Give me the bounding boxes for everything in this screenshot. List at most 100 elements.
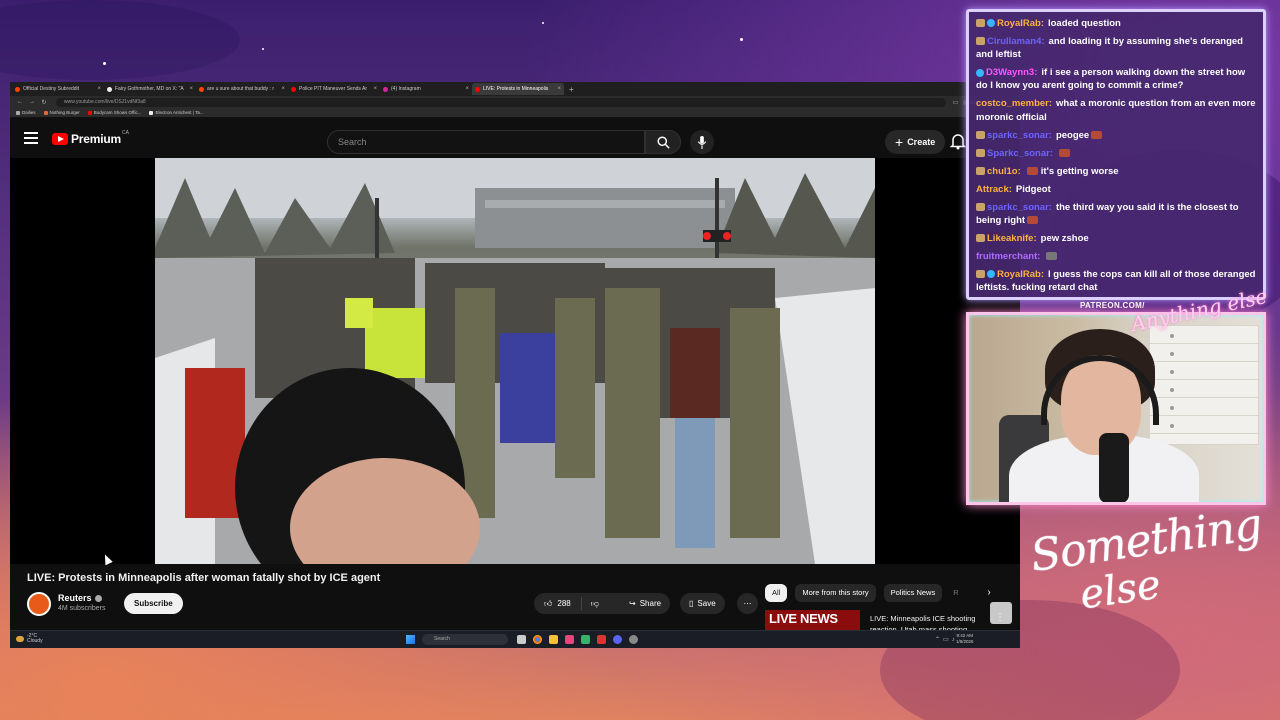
bookmark-item[interactable]: Nothing Burger — [43, 110, 80, 115]
video-player[interactable] — [10, 158, 1020, 624]
bg-palm-silhouette — [0, 0, 240, 80]
browser-tab[interactable]: Police PIT Maneuver Sends Ar × — [288, 83, 380, 95]
chat-username[interactable]: costco_member: — [976, 98, 1052, 109]
video-frame[interactable] — [155, 158, 875, 564]
chat-message: sparkc_sonar: the third way you said it i… — [976, 201, 1257, 227]
recommended-video-thumbnail[interactable]: LIVE NEWS — [765, 610, 860, 632]
recommended-video-title[interactable]: LIVE: Minneapolis ICE shooting reaction,… — [870, 613, 990, 631]
bg-star — [542, 22, 544, 24]
close-icon[interactable]: × — [465, 86, 469, 92]
chat-emote-icon — [1026, 167, 1038, 176]
taskbar-clock[interactable]: 9:42 AM 1/8/2026 — [956, 633, 974, 645]
chat-username[interactable]: fruitmerchant: — [976, 251, 1040, 262]
hamburger-menu-icon[interactable] — [24, 132, 38, 144]
chat-username[interactable]: Cirullaman4: — [987, 36, 1045, 47]
sub-badge-icon — [976, 19, 985, 28]
more-actions-button[interactable]: ⋯ — [737, 593, 758, 614]
browser-tab[interactable]: Fairy Gothmother, MD on X: "A × — [104, 83, 196, 95]
chat-username[interactable]: sparkc_sonar: — [987, 130, 1052, 141]
browser-tab-active[interactable]: LIVE: Protests in Minneapolis × — [472, 83, 564, 95]
chrome-icon[interactable] — [533, 635, 542, 644]
chip-truncated[interactable]: R — [950, 584, 964, 602]
chat-message: RoyalRab: loaded question — [976, 17, 1257, 30]
reload-icon[interactable]: ↻ — [38, 99, 50, 106]
browser-window: Official Destiny Subreddit × Fairy Gothmo… — [10, 82, 1020, 648]
chat-username[interactable]: Sparkc_sonar: — [987, 148, 1053, 159]
app-icon[interactable] — [581, 635, 590, 644]
share-label: Share — [639, 599, 662, 608]
chat-username[interactable]: Attrack: — [976, 184, 1012, 195]
bookmarks-bar: Dailies Nothing Burger Bodycam Shows Off… — [10, 108, 1020, 118]
file-explorer-icon[interactable] — [549, 635, 558, 644]
tab-label: are u sure about that buddy : r — [207, 86, 274, 92]
folder-icon — [16, 110, 20, 115]
windows-start-icon[interactable] — [406, 635, 415, 644]
close-icon[interactable]: × — [189, 86, 193, 92]
sub-badge-icon — [976, 234, 985, 243]
sub-badge-icon — [976, 270, 985, 279]
save-button[interactable]: ▯ Save — [680, 593, 725, 614]
notification-bell-icon[interactable] — [950, 132, 966, 150]
chip-politics-news[interactable]: Politics News — [883, 584, 943, 602]
chat-username[interactable]: sparkc_sonar: — [987, 202, 1052, 213]
discord-icon[interactable] — [613, 635, 622, 644]
chip-more-from-story[interactable]: More from this story — [795, 584, 876, 602]
weather-widget[interactable]: -2°C Cloudy — [16, 634, 43, 644]
task-view-icon[interactable] — [517, 635, 526, 644]
chat-username[interactable]: chul1o: — [987, 166, 1021, 177]
forward-icon[interactable]: → — [26, 99, 38, 105]
thumbs-down-icon: 👎︎ — [590, 598, 599, 608]
chat-text: peogee — [1055, 129, 1090, 141]
close-icon[interactable]: × — [281, 86, 285, 92]
chat-username[interactable]: RoyalRab: — [997, 269, 1044, 280]
bookmark-item[interactable]: Bodycam Shows Offic... — [87, 110, 141, 115]
channel-avatar[interactable] — [27, 592, 51, 616]
address-bar: ← → ↻ www.youtube.com/live/DSJ1vdNf3a8 ▭… — [10, 96, 1020, 108]
chat-message: RoyalRab: I guess the cops can kill all o… — [976, 268, 1257, 294]
subscribe-button[interactable]: Subscribe — [124, 593, 183, 614]
create-label: Create — [907, 137, 936, 147]
bookmark-item[interactable]: Dailies — [16, 110, 36, 115]
channel-name[interactable]: Reuters — [58, 593, 102, 603]
chat-message: fruitmerchant: — [976, 250, 1257, 263]
settings-icon[interactable] — [629, 635, 638, 644]
youtube-play-icon — [52, 133, 68, 145]
url-field[interactable]: www.youtube.com/live/DSJ1vdNf3a8 — [56, 97, 947, 107]
like-button[interactable]: 👍︎ 288 — [534, 597, 582, 610]
new-tab-button[interactable]: + — [564, 85, 579, 94]
chat-username[interactable]: Likeaknife: — [987, 233, 1037, 244]
close-icon[interactable]: × — [557, 86, 561, 92]
share-button[interactable]: ↪ Share — [620, 593, 671, 614]
close-icon[interactable]: × — [373, 86, 377, 92]
chat-text: it's getting worse — [1040, 165, 1119, 177]
app-icon[interactable] — [565, 635, 574, 644]
chip-all[interactable]: All — [765, 584, 788, 602]
voice-search-button[interactable] — [690, 130, 714, 154]
youtube-logo[interactable]: Premium CA — [52, 130, 129, 146]
taskbar-search-input[interactable]: Search — [422, 634, 508, 645]
background-cabinet — [1149, 325, 1259, 445]
search-button[interactable] — [645, 130, 681, 154]
chat-text: loaded question — [1047, 18, 1121, 29]
dislike-button[interactable]: 👎︎ — [582, 599, 608, 609]
search-input[interactable]: Search — [327, 130, 645, 154]
bookmark-item[interactable]: Electron Antichest | Ta... — [149, 110, 204, 115]
bookmark-label: Nothing Burger — [49, 110, 80, 115]
chevron-right-icon[interactable]: › — [980, 584, 998, 602]
browser-tab[interactable]: (4) Instagram × — [380, 83, 472, 95]
chat-username[interactable]: RoyalRab: — [997, 18, 1044, 29]
back-icon[interactable]: ← — [14, 99, 26, 105]
thumbs-up-icon: 👍︎ — [544, 598, 553, 608]
cast-icon[interactable]: ▭ — [952, 99, 958, 106]
create-button[interactable]: + Create — [885, 130, 946, 154]
chat-username[interactable]: D3Waynn3: — [986, 67, 1037, 78]
app-icon[interactable] — [597, 635, 606, 644]
bookmark-label: Dailies — [22, 110, 36, 115]
close-icon[interactable]: × — [97, 86, 101, 92]
more-vert-icon[interactable]: ⋮ — [995, 612, 1005, 623]
browser-tab[interactable]: are u sure about that buddy : r × — [196, 83, 288, 95]
browser-tab[interactable]: Official Destiny Subreddit × — [12, 83, 104, 95]
system-tray[interactable]: ⌃▭♪ — [935, 636, 958, 643]
weather-description: Cloudy — [27, 638, 43, 644]
tab-favicon-icon — [475, 86, 480, 92]
